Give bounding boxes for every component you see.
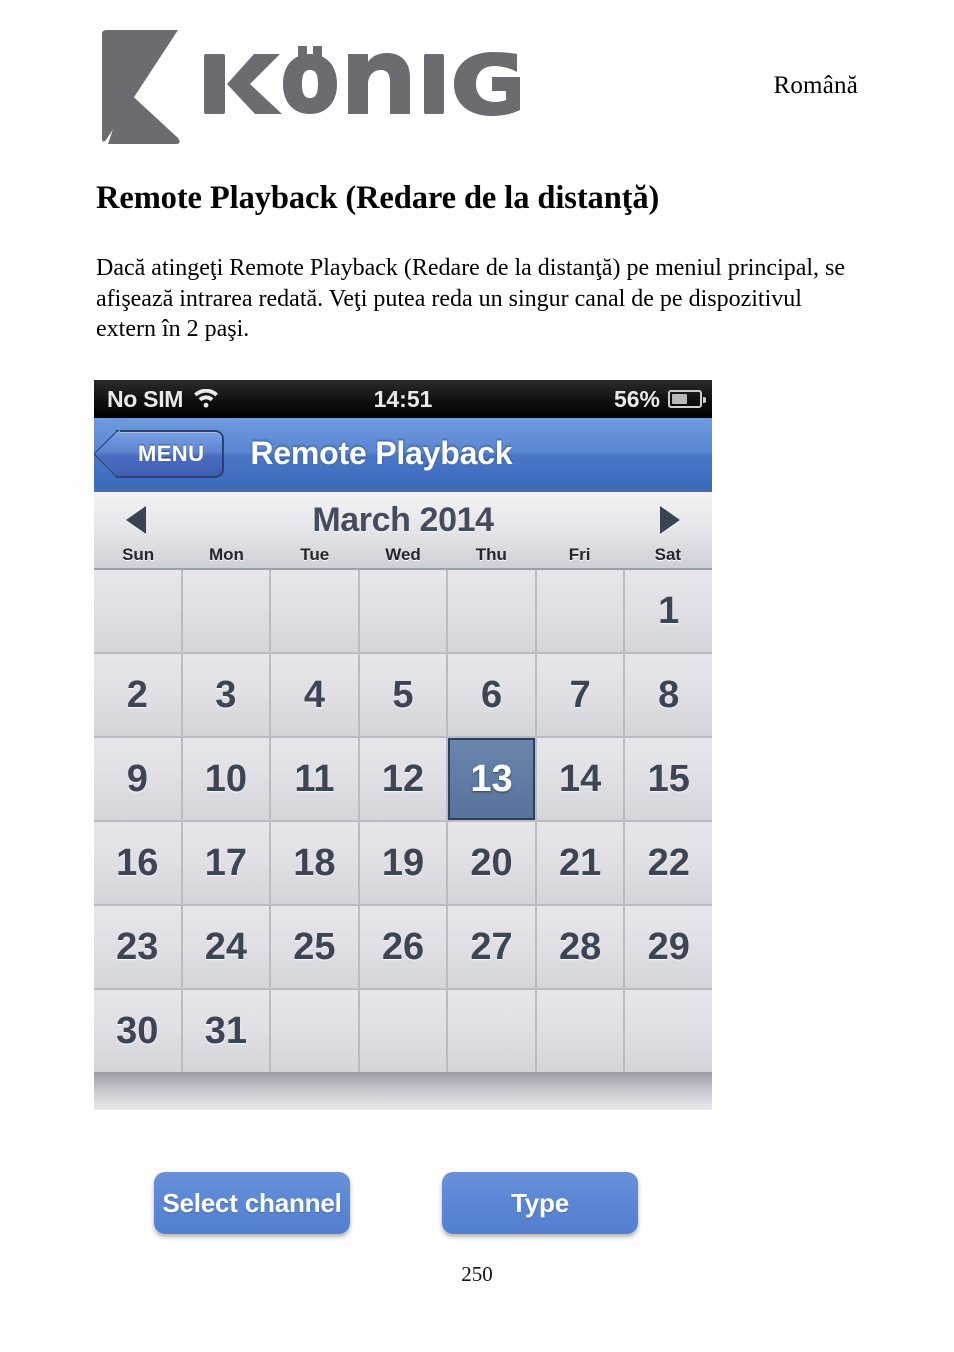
calendar-weekday-thu: Thu	[475, 545, 507, 564]
type-button[interactable]: Type	[442, 1172, 638, 1234]
calendar-day-cell[interactable]: 6	[448, 654, 535, 736]
calendar-cell-empty	[182, 570, 270, 652]
body-paragraph: Dacă atingeţi Remote Playback (Redare de…	[96, 255, 846, 342]
calendar-day-cell[interactable]: 25	[271, 906, 358, 988]
calendar-day-cell[interactable]: 5	[359, 654, 447, 736]
page-title: Remote Playback (Redare de la distanţă)	[96, 180, 660, 216]
calendar-month-label: March 2014	[312, 500, 494, 539]
konig-logo-mark	[102, 30, 180, 144]
status-bar-right: 56%	[614, 386, 712, 413]
calendar-weekday-mon: Mon	[208, 545, 244, 564]
calendar-weekday-wed: Wed	[385, 545, 421, 564]
calendar-day-cell[interactable]: 14	[536, 738, 624, 820]
battery-percent-label: 56%	[613, 385, 660, 412]
page-number: 250	[461, 1262, 493, 1286]
calendar-grid: 1 2 3 4 5 6 7 8 9 10 11 12 13 14 15 16 17 18 19 20 21 22 23 24 2…	[94, 568, 712, 1072]
konig-wordmark	[202, 46, 522, 122]
carrier-label: No SIM	[107, 385, 184, 412]
calendar-cell-empty	[536, 990, 624, 1072]
calendar-day-cell[interactable]: 3	[182, 654, 270, 736]
nav-title: Remote Playback	[250, 435, 513, 471]
type-button-label: Type	[511, 1187, 569, 1218]
calendar-cell-empty	[448, 990, 535, 1072]
calendar-day-cell[interactable]: 18	[271, 822, 358, 904]
menu-back-button-label: MENU	[138, 440, 205, 466]
calendar-day-cell[interactable]: 9	[94, 738, 181, 820]
phone-screenshot: No SIM 14:51 56% MENU Remote Playback Ma…	[94, 380, 712, 1110]
calendar-weekday-sat: Sat	[654, 545, 682, 564]
calendar-day-cell[interactable]: 19	[359, 822, 447, 904]
calendar-weekday-tue: Tue	[300, 545, 330, 564]
action-button-row: Select channel Type	[94, 1172, 712, 1236]
battery-icon	[668, 390, 706, 408]
calendar-cell-empty	[94, 570, 181, 652]
calendar-weekday-header: Sun Mon Tue Wed Thu Fri Sat	[94, 542, 712, 568]
triangle-right-icon[interactable]	[660, 506, 680, 534]
calendar-day-cell[interactable]: 28	[536, 906, 624, 988]
triangle-left-icon[interactable]	[126, 506, 146, 534]
calendar-day-cell[interactable]: 15	[625, 738, 712, 820]
calendar-day-cell[interactable]: 20	[448, 822, 535, 904]
konig-logo	[96, 28, 522, 146]
select-channel-button-label: Select channel	[162, 1187, 342, 1218]
calendar-day-cell[interactable]: 4	[271, 654, 358, 736]
calendar-day-cell[interactable]: 31	[182, 990, 270, 1072]
calendar-day-cell[interactable]: 26	[359, 906, 447, 988]
calendar-day-cell[interactable]: 13	[448, 738, 535, 820]
document-header: Română	[0, 0, 954, 165]
wifi-icon	[194, 389, 219, 408]
menu-back-button[interactable]: MENU	[94, 429, 225, 478]
calendar-cell-empty	[359, 570, 447, 652]
clock-label: 14:51	[373, 385, 433, 412]
calendar-day-cell[interactable]: 7	[536, 654, 624, 736]
calendar-day-cell[interactable]: 27	[448, 906, 535, 988]
calendar-day-cell[interactable]: 22	[625, 822, 712, 904]
calendar-cell-empty	[536, 570, 624, 652]
screenshot-bottom-fade	[94, 1072, 712, 1110]
select-channel-button[interactable]: Select channel	[154, 1172, 350, 1234]
calendar-day-cell[interactable]: 23	[94, 906, 181, 988]
calendar-cell-empty	[271, 990, 358, 1072]
calendar-cell-empty	[625, 990, 712, 1072]
calendar-day-cell[interactable]: 10	[182, 738, 270, 820]
konig-wordmark-glyphs	[204, 46, 520, 116]
nav-bar: MENU Remote Playback	[94, 418, 712, 492]
calendar-day-cell[interactable]: 16	[94, 822, 181, 904]
calendar-day-cell[interactable]: 2	[94, 654, 181, 736]
calendar-day-cell[interactable]: 11	[271, 738, 358, 820]
status-bar-left: No SIM	[94, 386, 219, 413]
calendar-weekday-fri: Fri	[568, 545, 591, 564]
calendar-cell-empty	[271, 570, 358, 652]
calendar-day-cell[interactable]: 1	[625, 570, 712, 652]
calendar-cell-empty	[359, 990, 447, 1072]
calendar-day-cell[interactable]: 8	[625, 654, 712, 736]
calendar-day-cell[interactable]: 17	[182, 822, 270, 904]
calendar-header: March 2014 Sun Mon Tue Wed Thu Fri Sat	[94, 492, 712, 568]
calendar-cell-empty	[448, 570, 535, 652]
calendar-weekday-sun: Sun	[122, 545, 155, 564]
calendar-day-cell[interactable]: 21	[536, 822, 624, 904]
calendar-day-cell[interactable]: 12	[359, 738, 447, 820]
status-bar: No SIM 14:51 56%	[94, 380, 712, 418]
language-label: Română	[773, 72, 858, 99]
calendar-day-cell[interactable]: 24	[182, 906, 270, 988]
calendar-day-cell[interactable]: 29	[625, 906, 712, 988]
calendar-day-cell[interactable]: 30	[94, 990, 181, 1072]
calendar-month-row: March 2014	[94, 498, 712, 542]
